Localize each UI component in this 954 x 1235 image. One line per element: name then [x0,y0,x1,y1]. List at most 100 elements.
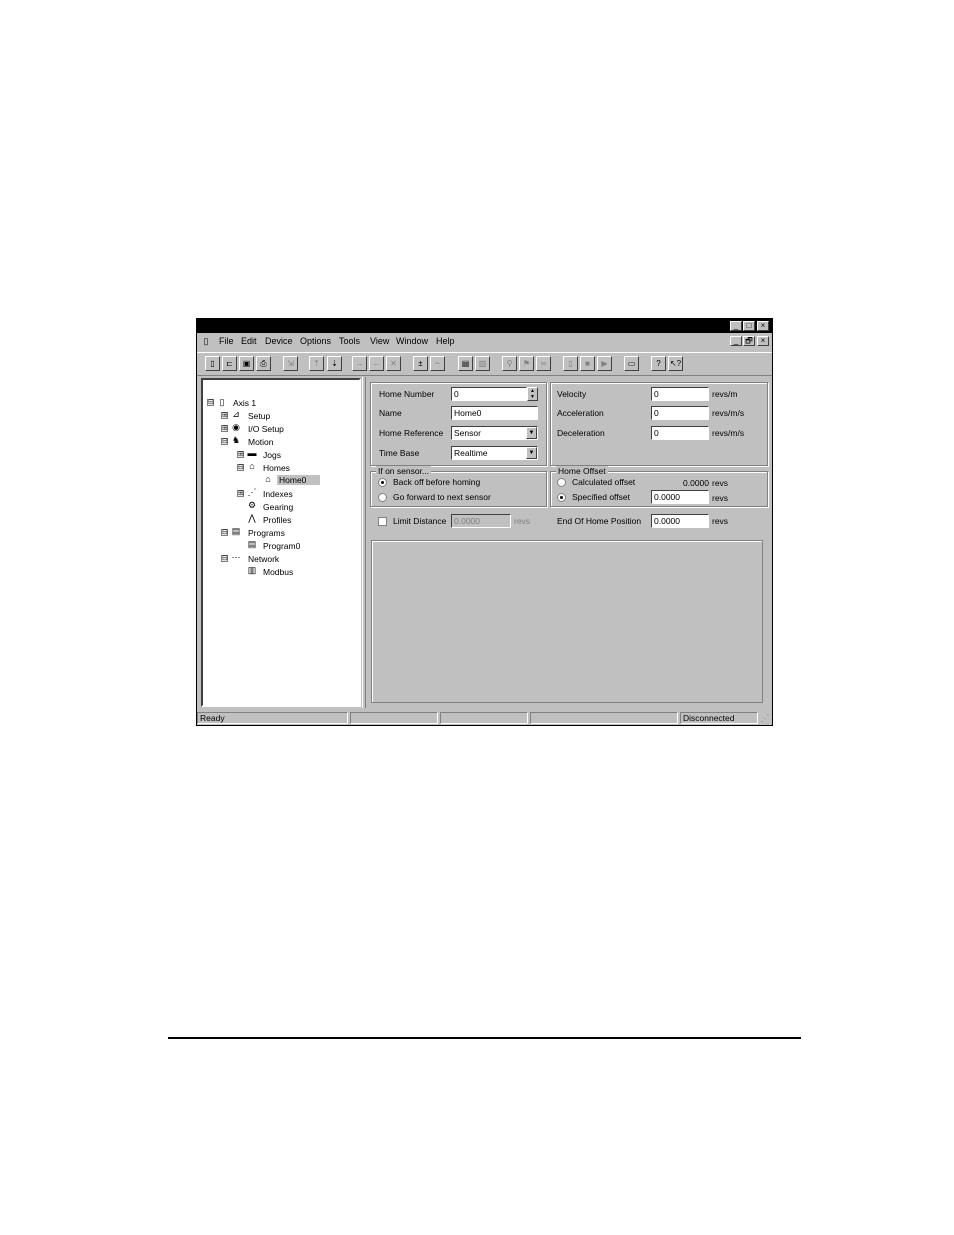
expand-icon[interactable]: ⊞ [221,425,228,432]
acceleration-unit: revs/m/s [712,408,745,418]
tree-item-program0[interactable]: Program0 [263,541,300,551]
stop-icon[interactable]: ■ [580,356,595,371]
io-icon: ◉ [232,422,240,432]
tree-item-gearing[interactable]: Gearing [263,502,293,512]
delete-icon[interactable]: ✕ [386,356,401,371]
end-position-label: End Of Home Position [557,516,642,526]
chevron-down-icon[interactable]: ▼ [526,447,537,459]
expand-icon[interactable]: ⊞ [221,412,228,419]
menu-tools[interactable]: Tools [339,336,360,346]
time-base-value: Realtime [454,448,488,458]
find-icon[interactable]: ⚑ [519,356,534,371]
open-icon[interactable]: ⊏ [222,356,237,371]
menu-device[interactable]: Device [265,336,293,346]
tree-item-axis1[interactable]: Axis 1 [233,398,256,408]
step-back-icon[interactable]: ← [369,356,384,371]
tree-item-modbus[interactable]: Modbus [263,567,293,577]
document-icon[interactable]: ▯ [201,336,211,346]
zoom-icon[interactable]: ⚲ [502,356,517,371]
status-pane [530,712,678,724]
program-icon: ▤ [247,539,257,549]
modbus-icon: ▥ [247,565,257,575]
calculated-offset-radio[interactable] [557,478,566,487]
print-icon[interactable]: ⎙ [256,356,271,371]
download-icon[interactable]: ⇣ [327,356,342,371]
acceleration-label: Acceleration [557,408,604,418]
velocity-field[interactable]: 0 [651,387,709,401]
splitter[interactable] [362,377,366,708]
home-icon: ⌂ [249,461,255,471]
home-reference-select[interactable]: Sensor ▼ [451,426,538,440]
tree-item-io-setup[interactable]: I/O Setup [248,424,284,434]
save-icon[interactable]: ▣ [239,356,254,371]
time-base-select[interactable]: Realtime ▼ [451,446,538,460]
menu-edit[interactable]: Edit [241,336,257,346]
pause-icon[interactable]: ▶ [597,356,612,371]
program-icon: ▤ [231,526,241,536]
menu-options[interactable]: Options [300,336,331,346]
collapse-icon[interactable]: ⊟ [221,555,228,562]
collapse-icon[interactable]: ⊟ [207,399,214,406]
tree-item-network[interactable]: Network [248,554,279,564]
velocity-unit: revs/m [712,389,738,399]
help-icon[interactable]: ? [651,356,666,371]
minimize-button[interactable]: _ [730,321,742,331]
expand-icon[interactable]: ⊞ [237,490,244,497]
end-position-field[interactable]: 0.0000 [651,514,709,528]
jog-icon: ▬ [247,448,257,458]
status-ready: Ready [197,712,348,724]
tree-item-setup[interactable]: Setup [248,411,270,421]
tree-item-profiles[interactable]: Profiles [263,515,291,525]
insert-icon[interactable]: ± [413,356,428,371]
collapse-icon[interactable]: ⊟ [237,464,244,471]
tree-item-motion[interactable]: Motion [248,437,274,447]
go-forward-radio[interactable] [378,493,387,502]
list-icon[interactable]: ▥ [475,356,490,371]
expand-icon[interactable]: ⊞ [237,451,244,458]
window-icon[interactable]: ▭ [624,356,639,371]
tree-item-programs[interactable]: Programs [248,528,285,538]
mdi-close-button[interactable]: × [757,336,769,346]
tree-item-home0[interactable]: Home0 [277,475,321,485]
profile-icon: ⋀ [248,513,256,523]
back-off-radio[interactable] [378,478,387,487]
step-forward-icon[interactable]: → [352,356,367,371]
run-icon[interactable]: ▯ [563,356,578,371]
chevron-down-icon[interactable]: ▼ [526,427,537,439]
specified-offset-radio[interactable] [557,493,566,502]
calculated-offset-label: Calculated offset [572,477,636,487]
collapse-icon[interactable]: ⊟ [221,438,228,445]
home-number-field[interactable]: 0 [451,387,527,401]
new-icon[interactable]: ▯ [205,356,220,371]
tree-item-homes[interactable]: Homes [263,463,290,473]
import-icon[interactable]: ⇲ [283,356,298,371]
menu-view[interactable]: View [370,336,389,346]
tree-item-jogs[interactable]: Jogs [263,450,281,460]
deceleration-field[interactable]: 0 [651,426,709,440]
collapse-icon[interactable]: ⊟ [221,529,228,536]
close-button[interactable]: × [757,321,769,331]
upload-icon[interactable]: ⇡ [309,356,324,371]
menu-help[interactable]: Help [436,336,455,346]
remove-icon[interactable]: ∸ [430,356,445,371]
tree-item-indexes[interactable]: Indexes [263,489,293,499]
context-help-icon[interactable]: ↖? [668,356,683,371]
limit-distance-checkbox[interactable] [378,517,387,526]
maximize-button[interactable]: □ [743,321,755,331]
resize-grip-icon[interactable]: ⋰ [760,713,770,723]
home-icon: ⌂ [265,474,271,484]
properties-icon[interactable]: ▤ [458,356,473,371]
name-label: Name [379,408,402,418]
specified-offset-field[interactable]: 0.0000 [651,490,709,504]
menu-window[interactable]: Window [396,336,428,346]
acceleration-field[interactable]: 0 [651,406,709,420]
home-number-spinner[interactable]: ▲ ▼ [527,387,538,401]
limit-distance-field: 0.0000 [451,514,511,528]
watch-icon[interactable]: ∞ [536,356,551,371]
mdi-restore-button[interactable]: 🗗 [743,336,755,346]
mdi-minimize-button[interactable]: _ [730,336,742,346]
menu-file[interactable]: File [219,336,234,346]
home-reference-label: Home Reference [379,428,444,438]
drive-icon: ▯ [219,397,225,407]
name-field[interactable]: Home0 [451,406,538,420]
